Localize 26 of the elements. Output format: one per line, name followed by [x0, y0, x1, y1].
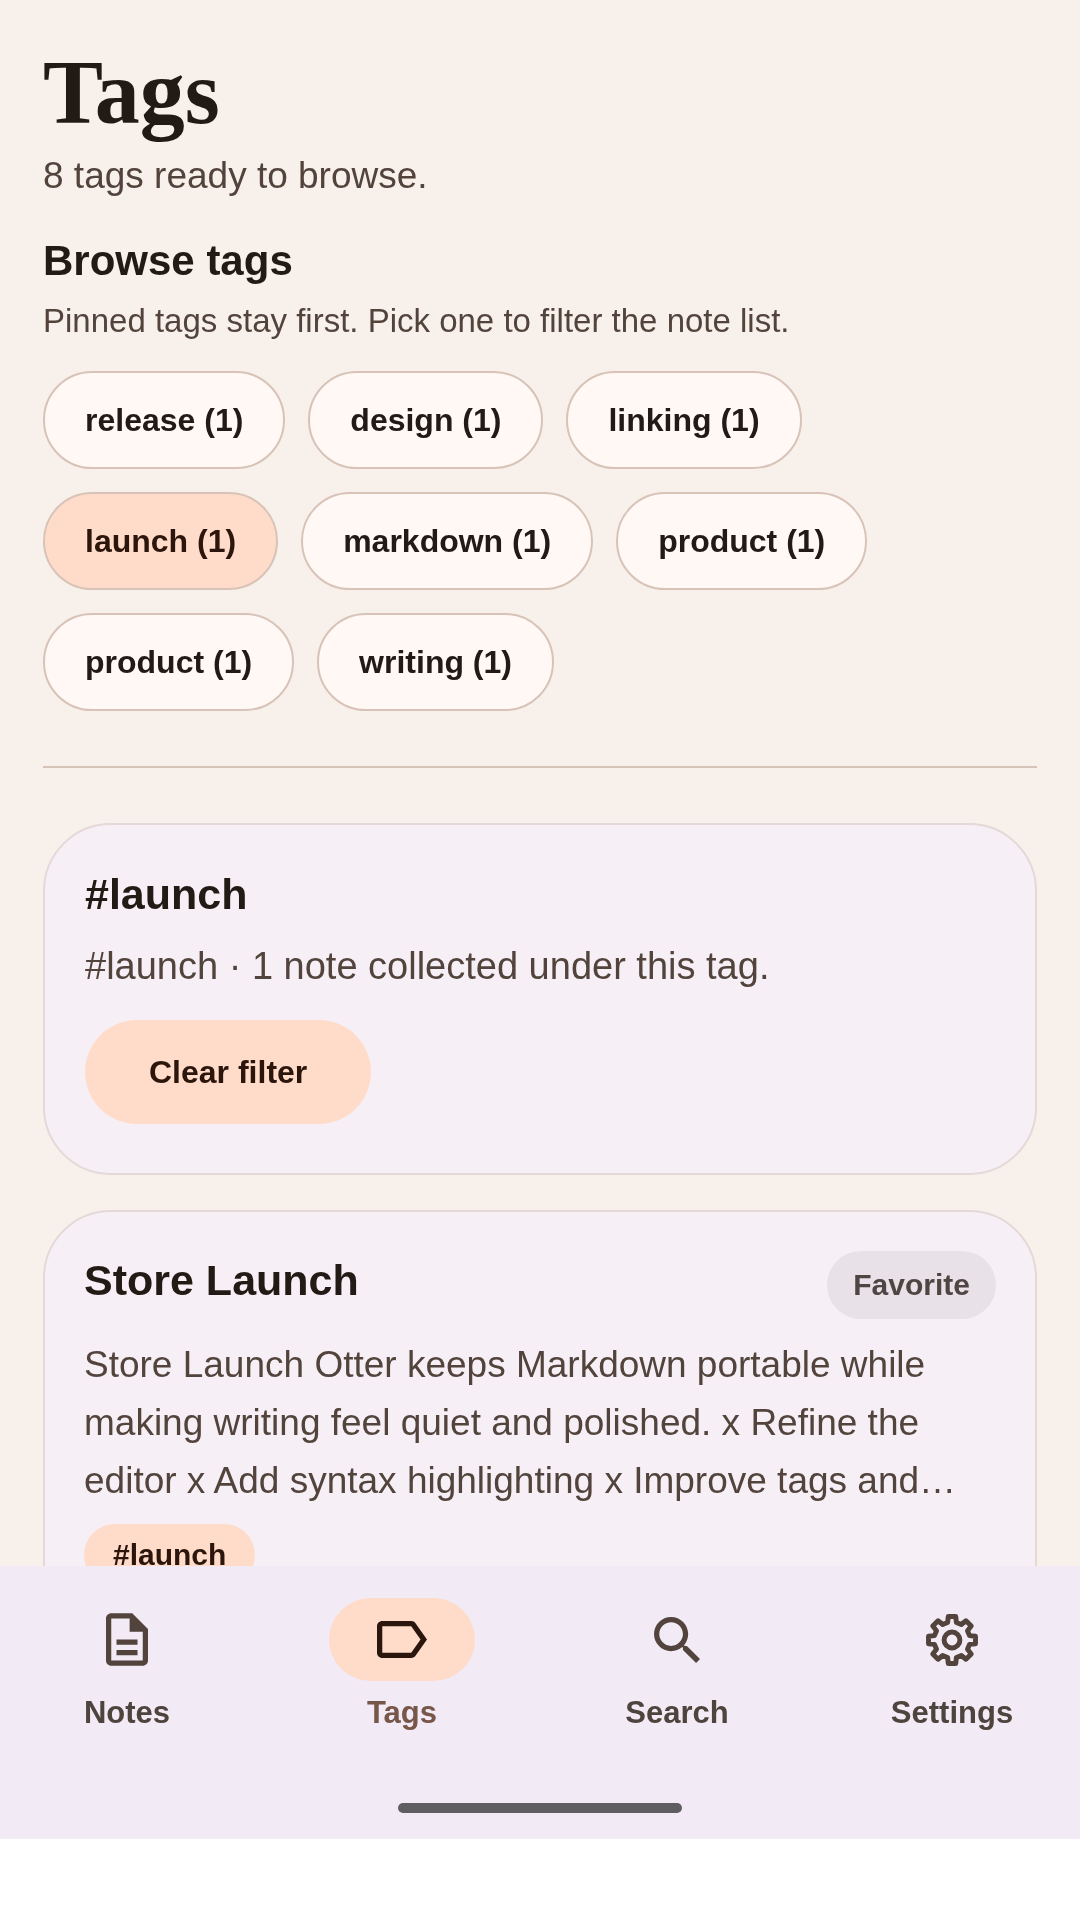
note-excerpt: Store Launch Otter keeps Markdown portable while making writing feel quiet and polished. x Refine the editor x Add syntax highlighting x Improve tags and… — [84, 1343, 958, 1503]
note-title: Store Launch — [84, 1255, 359, 1306]
tag-chip[interactable]: launch (1) — [43, 492, 279, 590]
tag-chip[interactable]: product (1) — [616, 492, 868, 590]
tag-chip[interactable]: design (1) — [308, 371, 544, 469]
page-subtitle: 8 tags ready to browse. — [43, 154, 428, 198]
note-tag: #launch — [84, 1524, 256, 1566]
document-icon — [106, 1613, 148, 1666]
settings-icon — [926, 1613, 978, 1666]
favorite-badge: Favorite — [827, 1251, 996, 1319]
nav-tab[interactable]: Search — [550, 1598, 804, 1732]
nav-tab[interactable]: Tags — [275, 1598, 529, 1732]
clear-filter-button[interactable]: Clear filter — [85, 1020, 372, 1124]
filter-title: #launch — [85, 869, 248, 920]
tag-chip[interactable]: markdown (1) — [301, 492, 594, 590]
filter-summary: #launch · 1 note collected under this tag. — [85, 944, 770, 989]
nav-tab[interactable]: Settings — [825, 1598, 1079, 1732]
tag-chip[interactable]: release (1) — [43, 371, 286, 469]
section-heading: Browse tags — [43, 236, 293, 286]
search-icon — [654, 1616, 700, 1663]
tag-chip[interactable]: linking (1) — [566, 371, 802, 469]
tag-chip[interactable]: product (1) — [43, 613, 295, 711]
section-hint: Pinned tags stay first. Pick one to filter the note list. — [43, 301, 790, 341]
tag-chip[interactable]: writing (1) — [317, 613, 554, 711]
nav-tab[interactable]: Notes — [0, 1598, 254, 1732]
note-card[interactable]: Store Launch Favorite Store Launch Otter keeps Markdown portable while making writing feel quiet and polished. x Refine the editor x Add syntax highlighting x Improve tags and… #launch — [43, 1210, 1037, 1566]
